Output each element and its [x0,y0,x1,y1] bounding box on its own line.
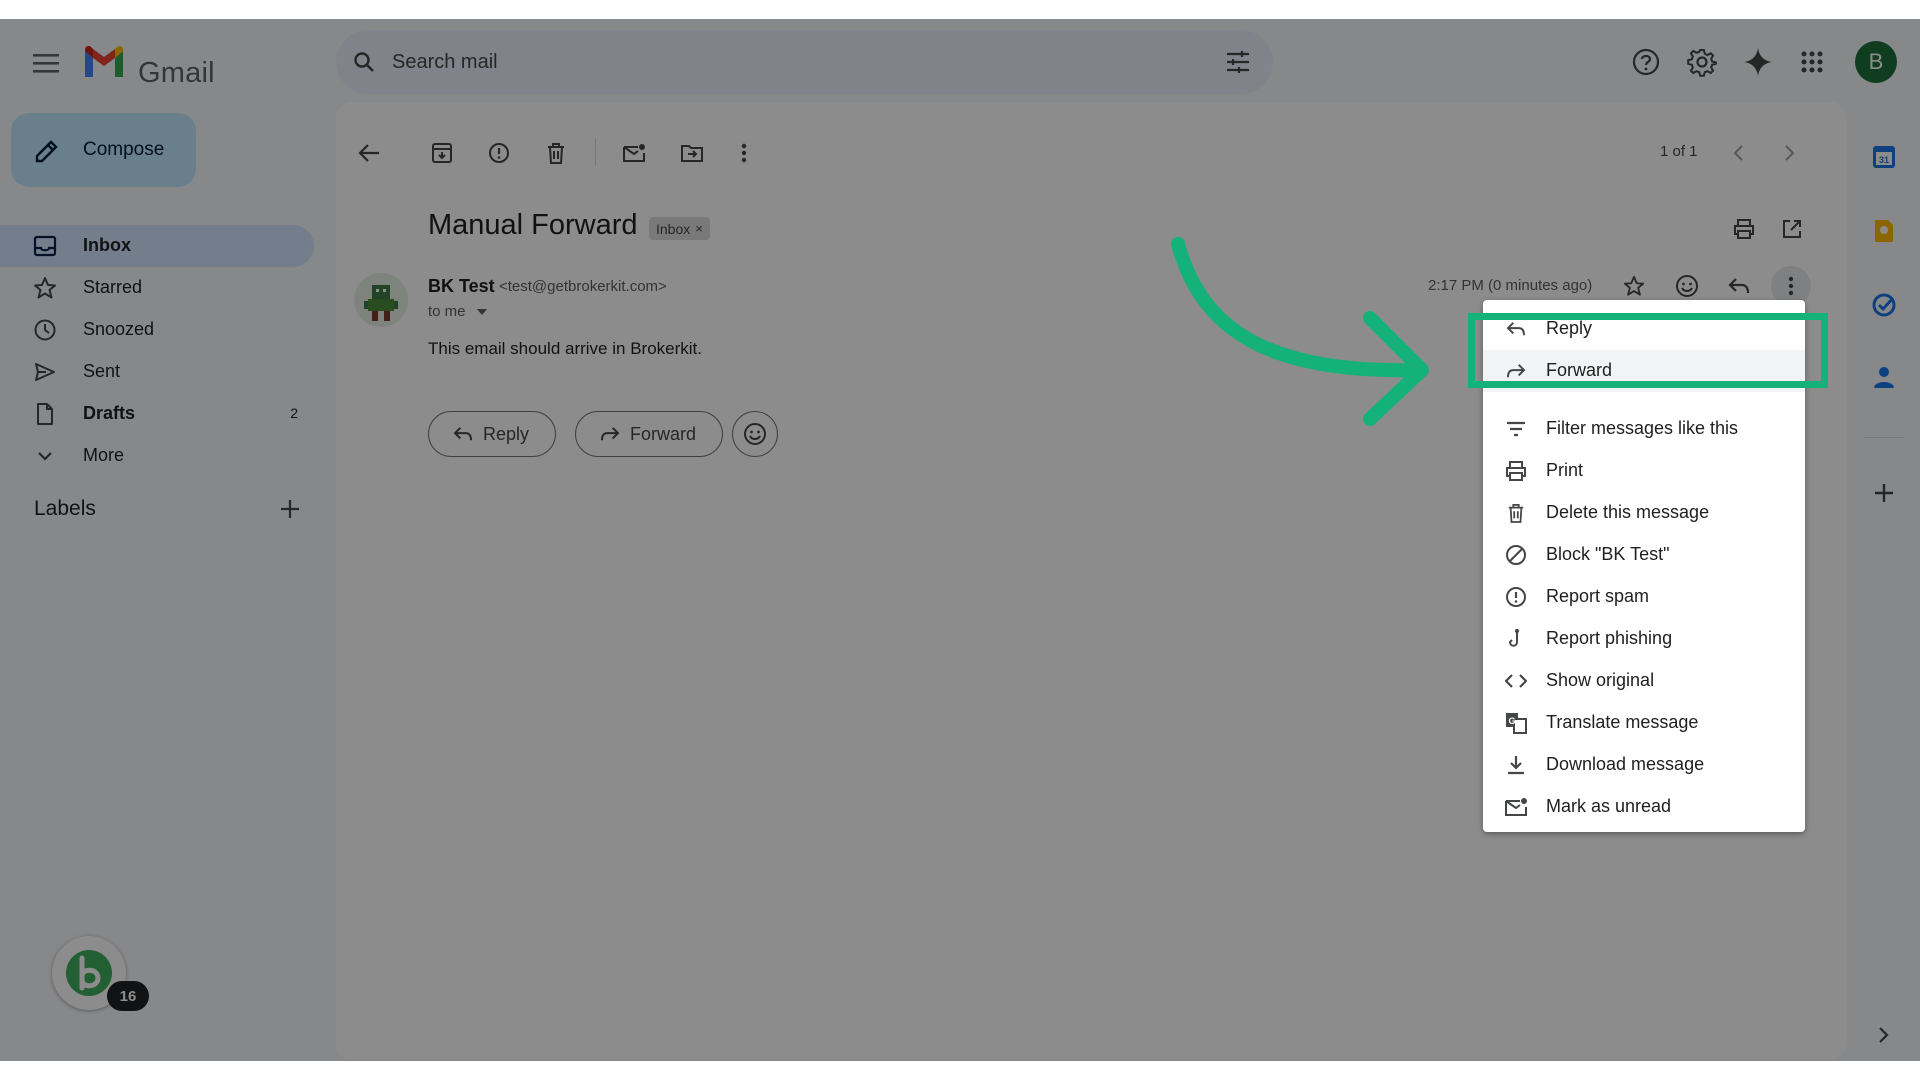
menu-item-filter[interactable]: Filter messages like this [1483,408,1805,450]
forward-highlight-box [1468,313,1828,388]
filter-icon [1504,417,1528,441]
phishing-icon [1504,627,1528,651]
menu-item-label: Translate message [1546,712,1699,732]
menu-item-show-original[interactable]: Show original [1483,660,1805,702]
menu-item-translate[interactable]: G Translate message [1483,702,1805,744]
print-icon [1504,459,1528,483]
menu-item-block[interactable]: Block "BK Test" [1483,534,1805,576]
trash-icon [1504,501,1528,525]
code-icon [1504,669,1528,693]
block-icon [1504,543,1528,567]
menu-item-label: Block "BK Test" [1546,544,1670,564]
menu-item-print[interactable]: Print [1483,450,1805,492]
menu-item-report-phishing[interactable]: Report phishing [1483,618,1805,660]
menu-item-download[interactable]: Download message [1483,744,1805,786]
report-spam-icon [1504,585,1528,609]
download-icon [1504,753,1528,777]
svg-text:G: G [1508,716,1515,726]
menu-item-label: Show original [1546,670,1655,690]
pointer-arrow-icon [1160,214,1440,429]
gmail-window: Gmail B Compose Inbox Starred Snoozed Se… [0,19,1920,1061]
menu-item-label: Print [1546,460,1584,480]
translate-icon: G [1504,711,1528,735]
menu-item-delete[interactable]: Delete this message [1483,492,1805,534]
menu-item-label: Report phishing [1546,628,1673,648]
menu-item-label: Delete this message [1546,502,1710,522]
menu-item-label: Mark as unread [1546,796,1672,816]
menu-item-label: Filter messages like this [1546,418,1739,438]
menu-item-label: Download message [1546,754,1705,774]
menu-item-label: Report spam [1546,586,1650,606]
menu-item-report-spam[interactable]: Report spam [1483,576,1805,618]
menu-item-mark-unread[interactable]: Mark as unread [1483,786,1805,828]
mark-unread-icon [1504,795,1528,819]
